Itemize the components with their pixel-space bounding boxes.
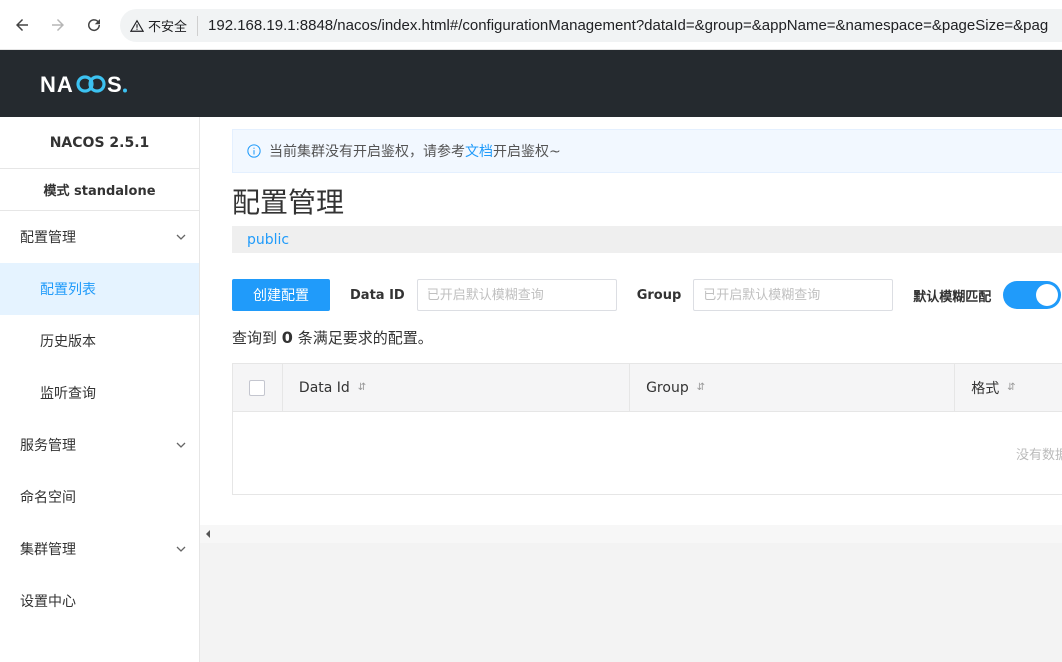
scroll-left-icon[interactable] xyxy=(204,528,212,540)
select-all-checkbox[interactable] xyxy=(249,379,265,396)
sort-icon[interactable]: ⇵ xyxy=(697,382,705,393)
column-label: Group xyxy=(646,379,689,396)
page-title: 配置管理 xyxy=(232,186,345,219)
sort-icon[interactable]: ⇵ xyxy=(1007,382,1015,393)
namespace-bar: public xyxy=(232,226,1062,253)
svg-text:S: S xyxy=(107,72,123,97)
query-prefix: 查询到 xyxy=(232,329,278,347)
docs-link[interactable]: 文档 xyxy=(465,141,493,161)
footer-area xyxy=(200,543,1062,662)
config-table: Data Id ⇵ Group ⇵ 格式 ⇵ 没有数据 xyxy=(232,363,1062,495)
warning-icon xyxy=(130,19,144,32)
sidebar-item-label: 历史版本 xyxy=(40,334,96,350)
dataid-input[interactable] xyxy=(416,279,617,311)
back-button[interactable] xyxy=(4,7,40,43)
arrow-right-icon xyxy=(52,18,64,31)
notice-suffix: 开启鉴权~ xyxy=(493,144,561,160)
auth-notice: 当前集群没有开启鉴权，请参考 文档 开启鉴权~ xyxy=(232,129,1062,173)
forward-button[interactable] xyxy=(40,7,76,43)
svg-text:NA: NA xyxy=(40,72,74,97)
version-label: NACOS 2.5.1 xyxy=(0,117,199,169)
column-header-format[interactable]: 格式 ⇵ xyxy=(955,364,1062,411)
dataid-label: Data ID xyxy=(350,287,405,303)
query-count: 0 xyxy=(281,328,293,347)
create-config-button[interactable]: 创建配置 xyxy=(232,279,330,311)
security-chip[interactable]: 不安全 xyxy=(130,15,199,36)
column-label: Data Id xyxy=(298,379,350,396)
nacos-logo-mark: NA S xyxy=(40,72,127,97)
mode-label: 模式 standalone xyxy=(0,169,199,211)
info-icon xyxy=(247,144,261,158)
chevron-down-icon xyxy=(176,442,186,448)
sidebar-item-settings[interactable]: 设置中心 xyxy=(0,575,199,627)
sidebar-item-label: 集群管理 xyxy=(20,542,76,558)
arrow-left-icon xyxy=(16,18,28,31)
sidebar-item-config-list[interactable]: 配置列表 xyxy=(0,263,199,315)
notice-prefix: 当前集群没有开启鉴权，请参考 xyxy=(269,144,465,160)
group-label: Group xyxy=(636,287,682,303)
chevron-down-icon xyxy=(176,546,186,552)
column-label: 格式 xyxy=(971,380,1000,397)
select-all-cell xyxy=(233,364,283,411)
table-header: Data Id ⇵ Group ⇵ 格式 ⇵ xyxy=(233,364,1062,412)
column-header-dataid[interactable]: Data Id ⇵ xyxy=(283,364,631,411)
reload-button[interactable] xyxy=(76,7,112,43)
url-text[interactable]: 192.168.19.1:8848/nacos/index.html#/conf… xyxy=(208,17,1048,34)
sidebar-item-label: 配置管理 xyxy=(20,230,76,246)
column-header-group[interactable]: Group ⇵ xyxy=(630,364,956,411)
fuzzy-match-label: 默认模糊匹配 xyxy=(913,289,992,305)
security-label: 不安全 xyxy=(148,20,188,35)
fuzzy-match-toggle[interactable] xyxy=(1003,281,1062,309)
address-bar[interactable]: 不安全 192.168.19.1:8848/nacos/index.html#/… xyxy=(120,9,1062,42)
sidebar-item-listener-query[interactable]: 监听查询 xyxy=(0,367,199,419)
sidebar-item-label: 命名空间 xyxy=(20,490,76,506)
nacos-logo[interactable]: NA S xyxy=(40,71,144,97)
table-body: 没有数据 xyxy=(233,412,1062,494)
sidebar-item-config-management[interactable]: 配置管理 xyxy=(0,211,199,263)
search-toolbar: 创建配置 Data ID Group 默认模糊匹配 xyxy=(232,279,1062,311)
sort-icon[interactable]: ⇵ xyxy=(358,382,366,393)
sidebar-item-service-management[interactable]: 服务管理 xyxy=(0,419,199,471)
sidebar-item-cluster-management[interactable]: 集群管理 xyxy=(0,523,199,575)
query-result-summary: 查询到 0 条满足要求的配置。 xyxy=(232,327,433,348)
query-suffix: 条满足要求的配置。 xyxy=(297,329,433,347)
sidebar-item-label: 监听查询 xyxy=(40,386,96,402)
group-input[interactable] xyxy=(693,279,894,311)
sidebar-item-label: 设置中心 xyxy=(20,594,76,610)
app-header: NA S xyxy=(0,50,1062,117)
reload-icon xyxy=(88,18,101,31)
sidebar-item-history[interactable]: 历史版本 xyxy=(0,315,199,367)
toggle-knob xyxy=(1036,284,1059,306)
chevron-down-icon xyxy=(176,234,186,240)
sidebar-item-label: 服务管理 xyxy=(20,438,76,454)
empty-state-text: 没有数据 xyxy=(1016,448,1062,463)
horizontal-scroll-strip[interactable] xyxy=(200,525,1062,543)
sidebar-item-namespace[interactable]: 命名空间 xyxy=(0,471,199,523)
browser-toolbar: 不安全 192.168.19.1:8848/nacos/index.html#/… xyxy=(0,0,1062,50)
namespace-tab-public[interactable]: public xyxy=(247,232,289,248)
sidebar-item-label: 配置列表 xyxy=(40,282,96,298)
main-content: 当前集群没有开启鉴权，请参考 文档 开启鉴权~ 配置管理 public 创建配置 D… xyxy=(200,117,1062,662)
sidebar: NACOS 2.5.1 模式 standalone 配置管理 配置列表 历史版本… xyxy=(0,117,200,662)
